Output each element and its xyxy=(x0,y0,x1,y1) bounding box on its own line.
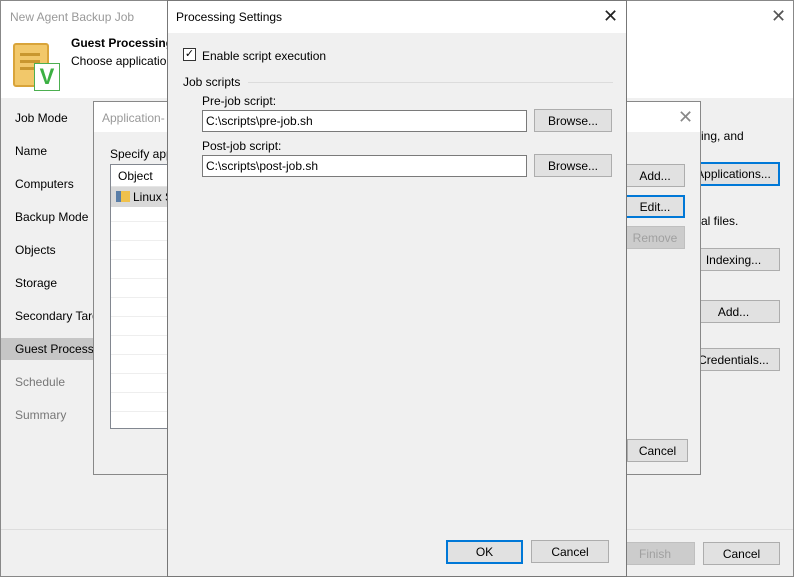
scroll-icon: V xyxy=(8,43,60,93)
sidebar-item-name[interactable]: Name xyxy=(1,140,96,162)
cancel-button[interactable]: Cancel xyxy=(531,540,609,563)
processing-settings-dialog: Processing Settings ✕ ✓ Enable script ex… xyxy=(167,0,627,577)
server-folder-icon xyxy=(116,191,130,202)
group-divider xyxy=(248,82,613,83)
sidebar-item-backup-mode[interactable]: Backup Mode xyxy=(1,206,96,228)
ok-button[interactable]: OK xyxy=(446,540,523,564)
description-text: ing, and xyxy=(701,129,744,143)
edit-button[interactable]: Edit... xyxy=(625,195,685,218)
remove-button[interactable]: Remove xyxy=(625,226,685,249)
add-button[interactable]: Add... xyxy=(625,164,685,187)
dialog-title: Processing Settings xyxy=(176,10,283,24)
cancel-button[interactable]: Cancel xyxy=(703,542,780,565)
pre-job-script-input[interactable]: C:\scripts\pre-job.sh xyxy=(202,110,527,132)
close-icon[interactable]: ✕ xyxy=(771,7,786,25)
pre-job-browse-button[interactable]: Browse... xyxy=(534,109,612,132)
sidebar-item-computers[interactable]: Computers xyxy=(1,173,96,195)
close-icon[interactable]: ✕ xyxy=(603,7,618,25)
sidebar-item-guest-processing[interactable]: Guest Processing xyxy=(1,338,96,360)
close-icon[interactable]: ✕ xyxy=(678,108,693,126)
sidebar-item-schedule[interactable]: Schedule xyxy=(1,371,96,393)
header-title: Guest Processing xyxy=(71,36,174,50)
post-job-browse-button[interactable]: Browse... xyxy=(534,154,612,177)
description-text-2: al files. xyxy=(701,214,739,228)
sidebar-item-secondary-target[interactable]: Secondary Targ xyxy=(1,305,96,327)
finish-button[interactable]: Finish xyxy=(615,542,695,565)
specify-label: Specify app xyxy=(110,147,173,161)
enable-script-checkbox[interactable]: ✓ xyxy=(183,48,196,61)
sidebar-item-summary[interactable]: Summary xyxy=(1,404,96,426)
enable-script-label[interactable]: Enable script execution xyxy=(202,49,326,63)
app-cancel-button[interactable]: Cancel xyxy=(627,439,688,462)
post-job-label: Post-job script: xyxy=(202,139,282,153)
header-subtitle: Choose application xyxy=(71,54,174,68)
app-dialog-title: Application- xyxy=(102,111,165,125)
sidebar-item-job-mode[interactable]: Job Mode xyxy=(1,107,96,129)
checkmark-v-icon: V xyxy=(34,63,60,91)
pre-job-label: Pre-job script: xyxy=(202,94,277,108)
job-scripts-group-label: Job scripts xyxy=(183,75,241,89)
main-title: New Agent Backup Job xyxy=(10,10,135,24)
sidebar-item-storage[interactable]: Storage xyxy=(1,272,96,294)
post-job-script-input[interactable]: C:\scripts\post-job.sh xyxy=(202,155,527,177)
sidebar-item-objects[interactable]: Objects xyxy=(1,239,96,261)
